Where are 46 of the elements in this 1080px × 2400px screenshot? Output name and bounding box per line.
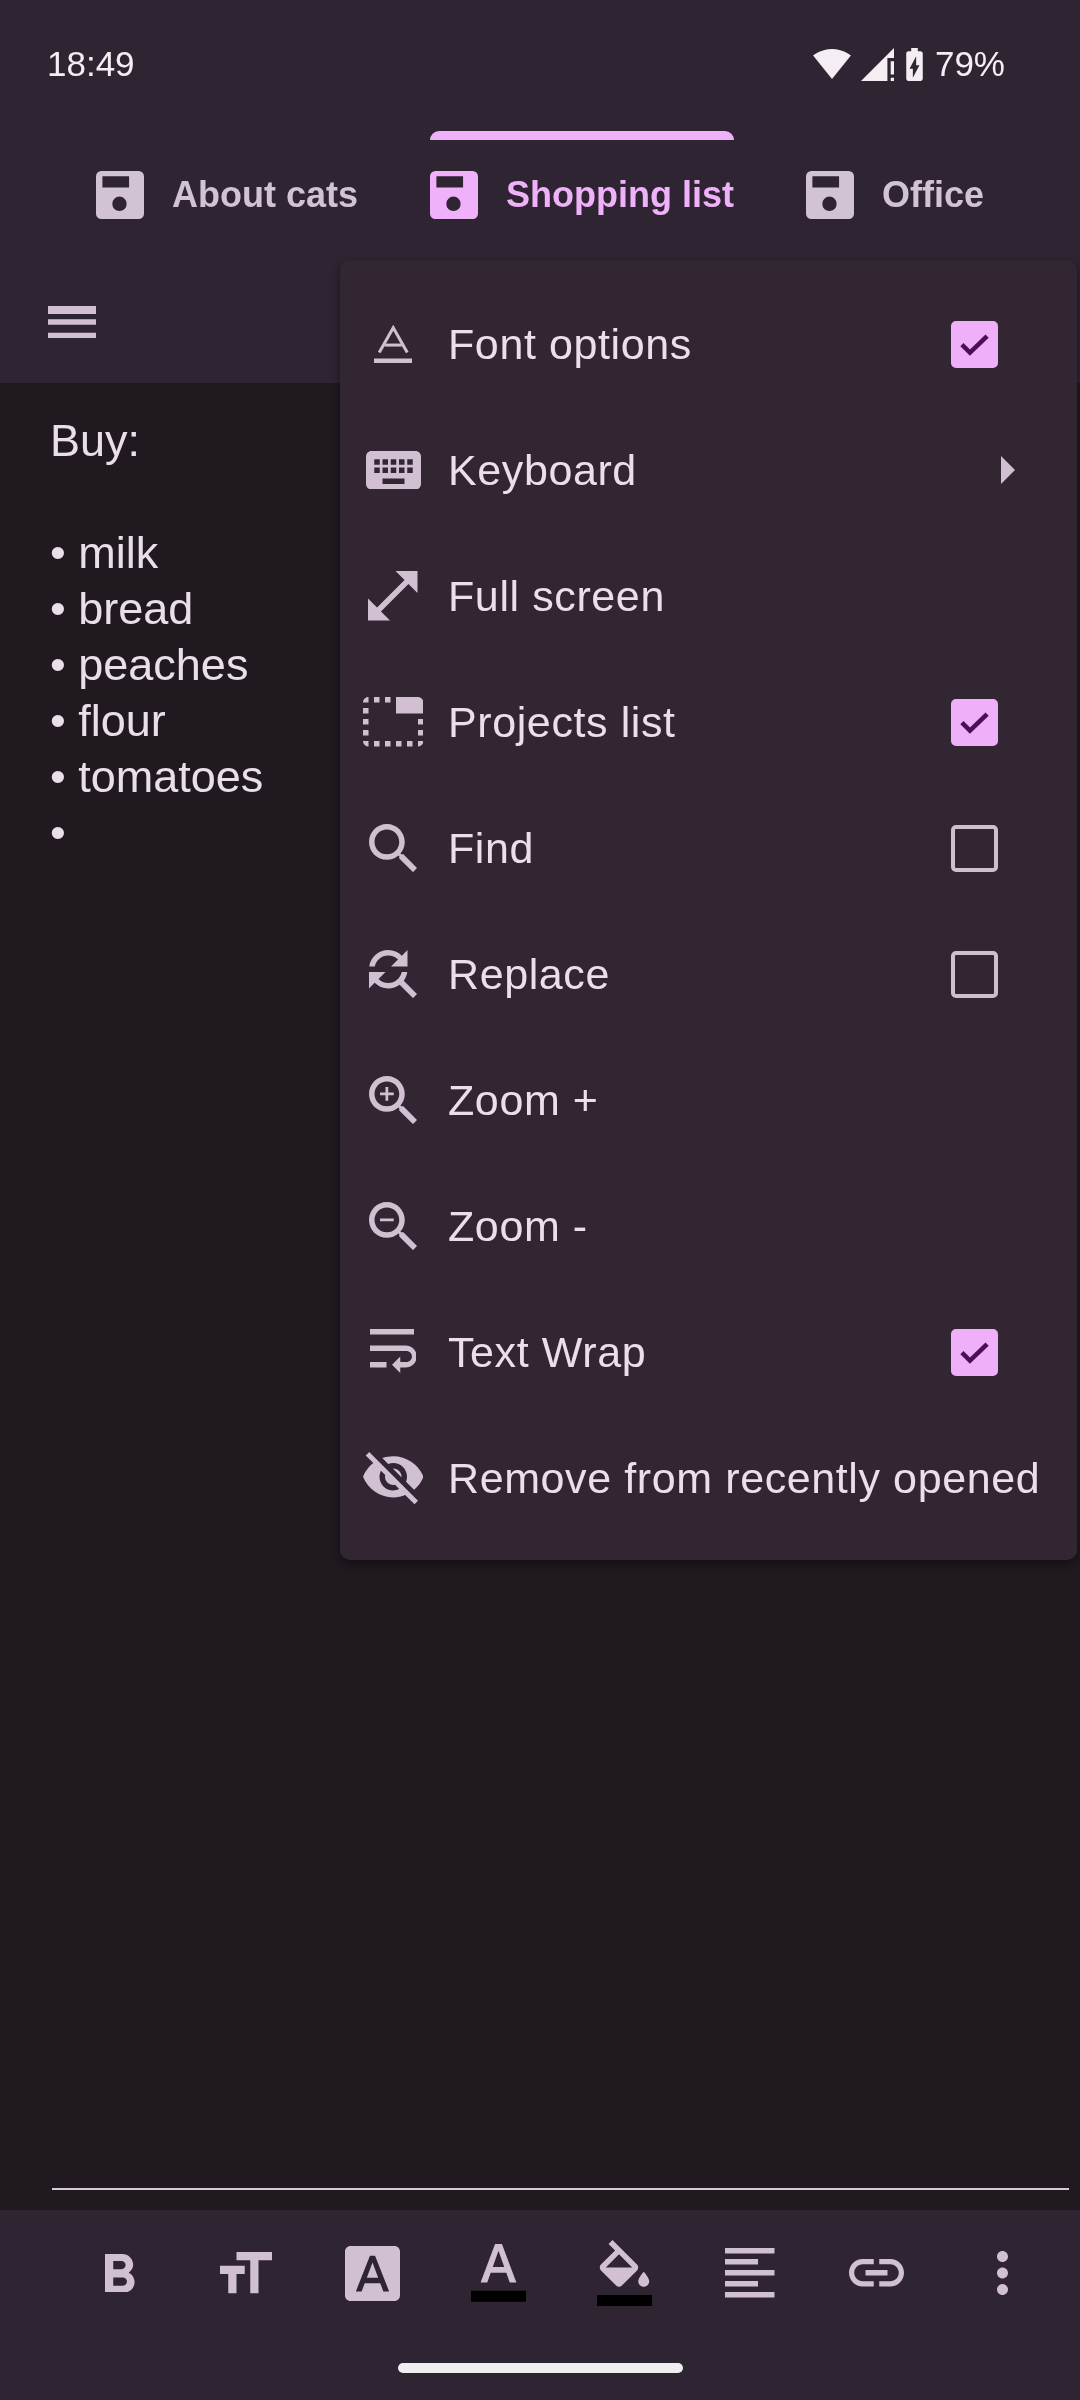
menu-item[interactable]: Font options <box>340 281 1077 407</box>
wifi-icon <box>812 49 851 79</box>
checkbox[interactable] <box>951 320 998 368</box>
text-size-icon <box>219 2252 273 2294</box>
checkmark-icon <box>959 710 990 734</box>
text-color-icon <box>470 2244 526 2302</box>
menu-icon <box>48 305 96 338</box>
checkbox[interactable] <box>951 824 998 872</box>
signal-icon <box>860 47 894 81</box>
menu-item[interactable]: Remove from recently opened <box>340 1415 1077 1541</box>
zoom-out-icon <box>368 1201 418 1251</box>
battery-icon <box>903 47 925 81</box>
double-arrow-icon <box>368 571 418 621</box>
caret-right-icon <box>1001 456 1015 484</box>
search-icon <box>368 823 418 873</box>
keyboard-icon <box>365 450 421 490</box>
tab[interactable]: Office <box>770 128 1020 260</box>
tab[interactable]: About cats <box>60 128 394 260</box>
checkmark-icon <box>959 1340 990 1364</box>
boxed-letter-icon <box>344 2245 400 2301</box>
menu-button[interactable] <box>48 305 96 338</box>
checkbox[interactable] <box>951 950 998 998</box>
checkbox[interactable] <box>951 698 998 746</box>
checkbox[interactable] <box>951 1328 998 1376</box>
battery-percent: 79% <box>934 44 1005 84</box>
more-icon <box>996 2251 1008 2295</box>
tab[interactable]: Shopping list <box>394 128 770 260</box>
paint-bucket-icon <box>596 2240 652 2306</box>
menu-item[interactable]: Keyboard <box>340 407 1077 533</box>
align-left-icon <box>725 2248 775 2298</box>
crossed-eye-icon <box>362 1451 424 1505</box>
menu-item[interactable]: Find <box>340 785 1077 911</box>
link-icon <box>848 2259 904 2287</box>
checkmark-icon <box>959 332 990 356</box>
note-text[interactable]: Buy: • milk • bread • peaches • flour • tomatoes • <box>50 413 264 861</box>
menu-item[interactable]: Text Wrap <box>340 1289 1077 1415</box>
status-time: 18:49 <box>47 44 135 84</box>
underlined-letter-icon <box>373 324 413 364</box>
menu-item[interactable]: Projects list <box>340 659 1077 785</box>
menu-item[interactable]: Replace <box>340 911 1077 1037</box>
find-replace-icon <box>368 949 418 999</box>
menu-item[interactable]: Full screen <box>340 533 1077 659</box>
zoom-in-icon <box>368 1075 418 1125</box>
menu-item[interactable]: Zoom + <box>340 1037 1077 1163</box>
menu-item[interactable]: Zoom - <box>340 1163 1077 1289</box>
bold-icon <box>105 2253 135 2293</box>
